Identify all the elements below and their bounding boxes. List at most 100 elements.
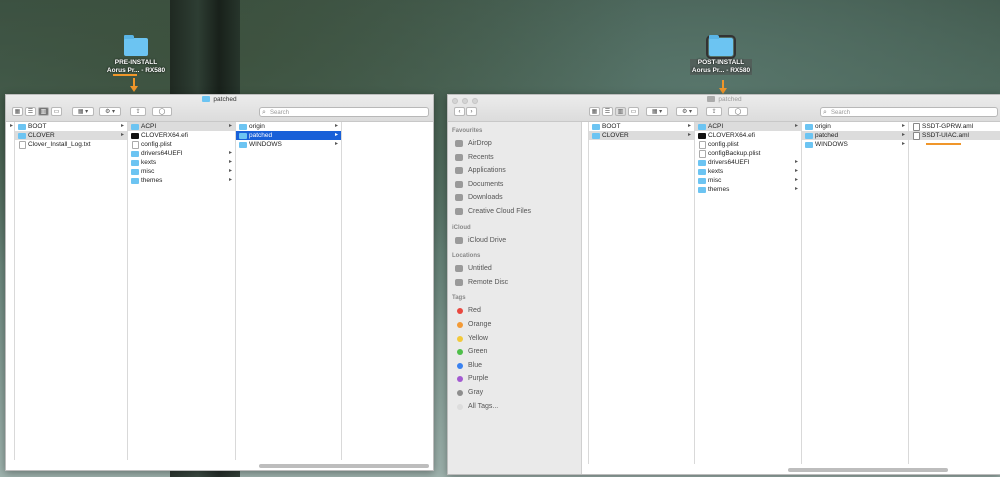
sidebar-item[interactable]: Red bbox=[448, 304, 581, 318]
list-item[interactable]: BOOT ▸ bbox=[589, 122, 694, 131]
sidebar-item[interactable]: Untitled bbox=[448, 262, 581, 276]
sidebar-item[interactable]: Gray bbox=[448, 386, 581, 400]
view-list-button[interactable]: ☰ bbox=[25, 107, 36, 116]
list-item-label: SSDT-UIAC.aml bbox=[922, 132, 969, 139]
horizontal-scrollbar[interactable] bbox=[259, 464, 429, 468]
list-item[interactable]: ACPI ▸ bbox=[128, 122, 235, 131]
action-gear-button[interactable]: ⚙ ▾ bbox=[99, 107, 121, 116]
sidebar-item[interactable]: Orange bbox=[448, 318, 581, 332]
list-item[interactable]: config.plist bbox=[695, 140, 801, 149]
folder-icon bbox=[805, 124, 813, 130]
list-item[interactable]: drivers64UEFI ▸ bbox=[695, 158, 801, 167]
list-item[interactable]: kexts ▸ bbox=[695, 167, 801, 176]
tag-dot-icon bbox=[457, 349, 463, 356]
list-item-label: WINDOWS bbox=[249, 141, 282, 148]
tag-dot-icon bbox=[457, 376, 463, 383]
sidebar-tags-list: Red Orange Yellow Green Blue Purple Gray All Ta… bbox=[448, 304, 581, 413]
chevron-right-icon: ▸ bbox=[9, 123, 13, 129]
list-item[interactable]: BOOT ▸ bbox=[15, 122, 127, 131]
sidebar-item[interactable]: Creative Cloud Files bbox=[448, 205, 581, 219]
horizontal-scrollbar[interactable] bbox=[788, 468, 948, 472]
list-item-label: origin bbox=[815, 123, 831, 130]
list-item[interactable]: drivers64UEFI ▸ bbox=[128, 149, 235, 158]
sidebar-item[interactable]: All Tags... bbox=[448, 400, 581, 414]
list-item[interactable]: config.plist bbox=[128, 140, 235, 149]
group-button[interactable]: ▦ ▾ bbox=[72, 107, 94, 116]
list-item[interactable]: origin ▸ bbox=[236, 122, 341, 131]
view-columns-button[interactable]: ▥ bbox=[38, 107, 49, 116]
list-item[interactable]: kexts ▸ bbox=[128, 158, 235, 167]
sidebar-item[interactable]: AirDrop bbox=[448, 137, 581, 151]
desktop-drive-pre-install[interactable]: PRE-INSTALL Aorus Pr... - RX580 bbox=[91, 35, 181, 75]
search-input[interactable]: ⌕ Search bbox=[259, 107, 429, 117]
list-item[interactable]: WINDOWS ▸ bbox=[236, 140, 341, 149]
list-item[interactable]: SSDT-UIAC.aml bbox=[909, 131, 1000, 140]
folder-icon bbox=[18, 124, 26, 130]
list-item[interactable]: CLOVERX64.efi bbox=[128, 131, 235, 140]
sidebar-item[interactable]: Yellow bbox=[448, 332, 581, 346]
group-button[interactable]: ▦ ▾ bbox=[646, 107, 668, 116]
tags-button[interactable]: ◯ bbox=[728, 107, 748, 116]
list-item-label: patched bbox=[815, 132, 839, 139]
sidebar-item[interactable]: iCloud Drive bbox=[448, 234, 581, 248]
forward-button[interactable]: › bbox=[466, 107, 477, 116]
list-item[interactable]: themes ▸ bbox=[695, 185, 801, 194]
back-button[interactable]: ‹ bbox=[454, 107, 465, 116]
annotation-arrow-stem bbox=[133, 78, 135, 86]
view-columns-button[interactable]: ▥ bbox=[615, 107, 626, 116]
browser-column-3: ACPI ▸ CLOVERX64.efi config.plist drivers64U… bbox=[128, 122, 236, 460]
tag-dot-icon bbox=[457, 362, 463, 369]
tag-dot-icon bbox=[457, 321, 463, 328]
sidebar-item-label: Green bbox=[468, 348, 488, 356]
share-button[interactable]: ⇪ bbox=[706, 107, 722, 116]
share-button[interactable]: ⇪ bbox=[130, 107, 146, 116]
sidebar-item[interactable]: Remote Disc bbox=[448, 276, 581, 290]
clock-icon bbox=[455, 153, 463, 161]
sidebar-item[interactable]: Blue bbox=[448, 359, 581, 373]
window-title: patched bbox=[448, 96, 1000, 103]
list-item[interactable]: misc ▸ bbox=[128, 167, 235, 176]
list-item[interactable]: CLOVERX64.efi bbox=[695, 131, 801, 140]
window-toolbar: patched ‹ › ▦ ☰ ▥ ▭ ▦ ▾ ⚙ ▾ ⇪ ◯ ⌕ Search bbox=[448, 95, 1000, 122]
list-item[interactable]: patched ▸ bbox=[236, 131, 341, 140]
list-item[interactable]: SSDT-GPRW.aml bbox=[909, 122, 1000, 131]
list-item[interactable]: CLOVER ▸ bbox=[15, 131, 127, 140]
search-input[interactable]: ⌕ Search bbox=[820, 107, 998, 117]
chevron-right-icon: ▸ bbox=[901, 123, 905, 129]
list-item[interactable]: misc ▸ bbox=[695, 176, 801, 185]
sidebar-item[interactable]: Green bbox=[448, 345, 581, 359]
sidebar-item-label: AirDrop bbox=[468, 140, 492, 147]
list-item[interactable]: configBackup.plist bbox=[695, 149, 801, 158]
list-item[interactable]: ACPI ▸ bbox=[695, 122, 801, 131]
sidebar-item[interactable]: Documents bbox=[448, 178, 581, 192]
tags-button[interactable]: ◯ bbox=[152, 107, 172, 116]
sidebar-item-label: Purple bbox=[468, 375, 489, 383]
sidebar-item[interactable]: Applications bbox=[448, 164, 581, 178]
view-gallery-button[interactable]: ▭ bbox=[51, 107, 62, 116]
desktop-drive-post-install[interactable]: POST-INSTALL Aorus Pr... - RX580 bbox=[676, 35, 766, 75]
sidebar-item-label: Remote Disc bbox=[468, 278, 509, 286]
list-item[interactable]: origin ▸ bbox=[802, 122, 908, 131]
chevron-right-icon: ▸ bbox=[228, 177, 232, 183]
list-item-label: kexts bbox=[708, 168, 724, 175]
cloud-icon bbox=[455, 236, 463, 244]
sidebar-item-label: Red bbox=[468, 307, 481, 315]
sidebar-item[interactable]: Purple bbox=[448, 372, 581, 386]
list-item[interactable]: patched ▸ bbox=[802, 131, 908, 140]
view-icons-button[interactable]: ▦ bbox=[589, 107, 600, 116]
view-list-button[interactable]: ☰ bbox=[602, 107, 613, 116]
list-item-label: BOOT bbox=[28, 123, 47, 130]
list-item[interactable]: Clover_Install_Log.txt bbox=[15, 140, 127, 149]
list-item[interactable]: CLOVER ▸ bbox=[589, 131, 694, 140]
search-icon: ⌕ bbox=[262, 109, 266, 116]
sidebar-item[interactable]: Downloads bbox=[448, 191, 581, 205]
folder-icon bbox=[239, 124, 247, 130]
view-icons-button[interactable]: ▦ bbox=[12, 107, 23, 116]
list-item-label: CLOVER bbox=[602, 132, 629, 139]
action-gear-button[interactable]: ⚙ ▾ bbox=[676, 107, 698, 116]
list-item-label: misc bbox=[708, 177, 722, 184]
view-gallery-button[interactable]: ▭ bbox=[628, 107, 639, 116]
list-item[interactable]: themes ▸ bbox=[128, 176, 235, 185]
list-item[interactable]: WINDOWS ▸ bbox=[802, 140, 908, 149]
sidebar-item[interactable]: Recents bbox=[448, 151, 581, 165]
